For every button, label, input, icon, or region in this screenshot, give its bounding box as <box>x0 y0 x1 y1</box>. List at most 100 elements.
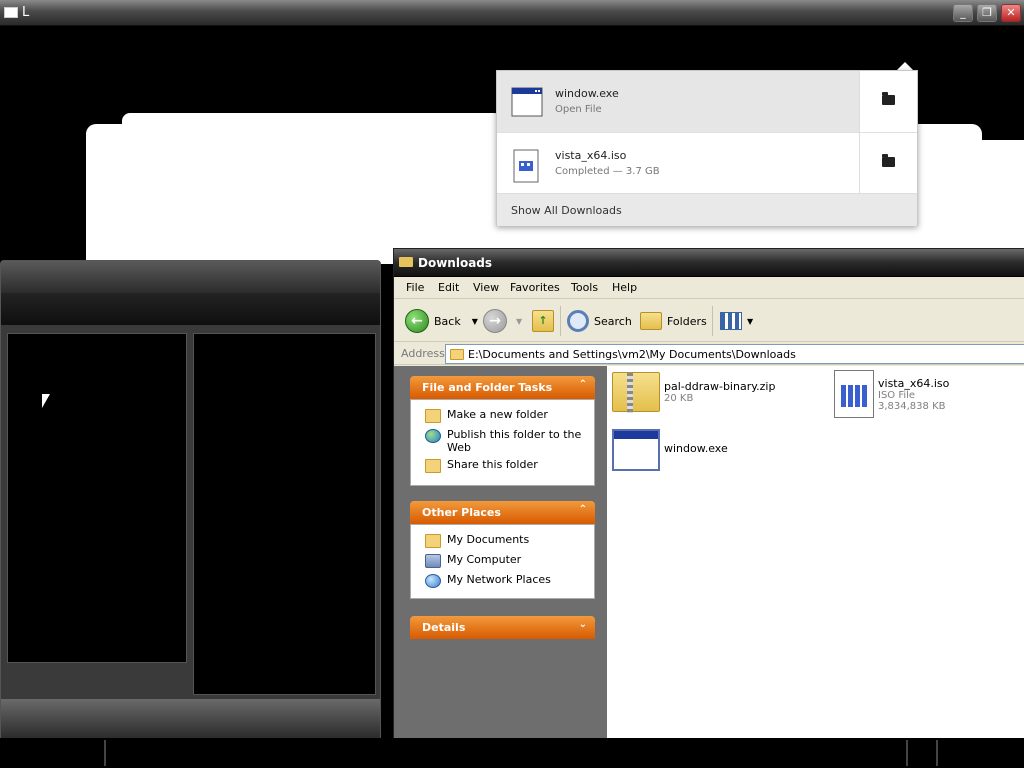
taskbar-divider <box>936 740 938 766</box>
search-button[interactable]: Search <box>567 306 632 336</box>
page-background-right <box>917 140 1024 264</box>
download-name: window.exe <box>555 87 619 100</box>
collapse-chevron-icon[interactable]: ⌃ <box>579 504 587 515</box>
folder-icon <box>882 154 895 167</box>
zip-folder-icon <box>612 372 660 413</box>
back-button[interactable]: ← Back ▼ <box>405 306 478 336</box>
other-places-title: Other Places <box>422 506 501 519</box>
place-my-documents[interactable]: My Documents <box>425 533 529 548</box>
file-size: 3,834,838 KB <box>878 401 946 412</box>
toolbar-separator <box>560 306 561 336</box>
show-in-folder-button[interactable] <box>859 133 917 194</box>
task-make-new-folder[interactable]: Make a new folder <box>425 408 548 423</box>
file-folder-tasks-title: File and Folder Tasks <box>422 381 553 394</box>
up-folder-button[interactable]: ↑ <box>532 306 554 336</box>
back-label: Back <box>434 314 461 328</box>
dark-right-pane[interactable] <box>193 333 376 695</box>
menu-help[interactable]: Help <box>612 281 637 294</box>
file-item-exe[interactable]: window.exe <box>612 429 728 471</box>
exe-window-icon <box>511 87 543 120</box>
folders-label: Folders <box>667 314 707 328</box>
restore-button[interactable]: ❐ <box>977 4 997 22</box>
download-item: vista_x64.iso Completed — 3.7 GB <box>497 132 917 194</box>
file-folder-tasks-header[interactable]: File and Folder Tasks ⌃ <box>410 376 595 399</box>
close-button[interactable]: ✕ <box>1001 4 1021 22</box>
explorer-window: Downloads File Edit View Favorites Tools… <box>393 248 1024 749</box>
dark-window-header[interactable] <box>1 261 380 293</box>
search-label: Search <box>594 314 632 328</box>
other-places-panel: My Documents My Computer My Network Plac… <box>410 524 595 599</box>
file-folder-tasks-panel: Make a new folder Publish this folder to… <box>410 399 595 486</box>
forward-dropdown-icon: ▼ <box>516 316 523 326</box>
up-folder-icon: ↑ <box>532 310 554 332</box>
taskbar <box>0 738 1024 768</box>
folders-icon <box>640 312 662 330</box>
menu-edit[interactable]: Edit <box>438 281 459 294</box>
exe-window-icon <box>612 429 660 471</box>
other-places-header[interactable]: Other Places ⌃ <box>410 501 595 524</box>
file-size: 20 KB <box>664 393 694 404</box>
address-value: E:\Documents and Settings\vm2\My Documen… <box>468 348 796 361</box>
dark-window-footer <box>1 699 380 739</box>
views-icon <box>720 312 742 330</box>
menu-bar: File Edit View Favorites Tools Help <box>394 277 1024 299</box>
file-item-iso[interactable]: vista_x64.iso ISO File 3,834,838 KB <box>834 370 949 418</box>
share-folder-icon <box>425 459 441 473</box>
address-field[interactable]: E:\Documents and Settings\vm2\My Documen… <box>445 344 1024 364</box>
folders-button[interactable]: Folders <box>640 306 707 336</box>
collapse-chevron-icon[interactable]: ⌃ <box>579 379 587 390</box>
place-my-network-places[interactable]: My Network Places <box>425 573 551 588</box>
address-bar: Address E:\Documents and Settings\vm2\My… <box>394 343 1024 365</box>
show-in-folder-button[interactable] <box>859 71 917 132</box>
task-publish-folder[interactable]: Publish this folder to the Web <box>425 428 585 454</box>
download-name: vista_x64.iso <box>555 149 627 162</box>
address-label: Address <box>401 347 445 360</box>
my-computer-icon <box>425 554 441 568</box>
back-dropdown-icon[interactable]: ▼ <box>472 317 478 326</box>
place-label: My Network Places <box>447 573 551 586</box>
task-label: Make a new folder <box>447 408 548 421</box>
file-name: pal-ddraw-binary.zip <box>664 380 776 393</box>
menu-view[interactable]: View <box>473 281 499 294</box>
desktop: L _ ❐ ✕ Downloads File Edit View Favorit… <box>0 0 1024 768</box>
new-folder-icon <box>425 409 441 423</box>
menu-favorites[interactable]: Favorites <box>510 281 560 294</box>
folder-icon <box>450 349 464 360</box>
outer-window-title: L <box>22 5 30 20</box>
download-open-area[interactable]: vista_x64.iso Completed — 3.7 GB <box>497 133 859 194</box>
task-label: Share this folder <box>447 458 538 471</box>
dark-left-pane[interactable] <box>7 333 187 663</box>
standard-toolbar: ← Back ▼ → ▼ ↑ Search Folders ▼ <box>394 300 1024 342</box>
show-all-downloads-link[interactable]: Show All Downloads <box>511 204 622 217</box>
search-icon <box>567 310 589 332</box>
taskbar-divider <box>906 740 908 766</box>
downloads-footer: Show All Downloads <box>497 193 917 226</box>
menu-file[interactable]: File <box>406 281 424 294</box>
folder-icon <box>399 257 413 267</box>
minimize-button[interactable]: _ <box>953 4 973 22</box>
file-list: pal-ddraw-binary.zip 20 KB vista_x64.iso… <box>607 366 1024 749</box>
iso-file-icon <box>834 370 874 418</box>
file-item-zip[interactable]: pal-ddraw-binary.zip 20 KB <box>612 372 776 413</box>
folder-icon <box>882 92 895 105</box>
page-background-tab <box>122 113 502 143</box>
dark-window-toolbar <box>1 293 380 325</box>
iso-file-icon <box>511 149 541 186</box>
forward-button[interactable]: → ▼ <box>483 306 522 336</box>
taskbar-divider <box>104 740 106 766</box>
explorer-titlebar[interactable]: Downloads <box>394 249 1024 277</box>
expand-chevron-icon[interactable]: ⌄ <box>579 619 587 630</box>
file-name: window.exe <box>664 442 728 455</box>
outer-window-titlebar[interactable]: L _ ❐ ✕ <box>0 0 1024 26</box>
place-my-computer[interactable]: My Computer <box>425 553 521 568</box>
download-status: Open File <box>555 104 602 115</box>
views-button[interactable]: ▼ <box>720 306 753 336</box>
details-header[interactable]: Details ⌄ <box>410 616 595 639</box>
toolbar-separator <box>712 306 713 336</box>
place-label: My Computer <box>447 553 522 566</box>
task-share-folder[interactable]: Share this folder <box>425 458 538 473</box>
details-title: Details <box>422 621 466 634</box>
menu-tools[interactable]: Tools <box>571 281 598 294</box>
views-dropdown-icon: ▼ <box>747 316 754 326</box>
download-open-area[interactable]: window.exe Open File <box>497 71 859 132</box>
